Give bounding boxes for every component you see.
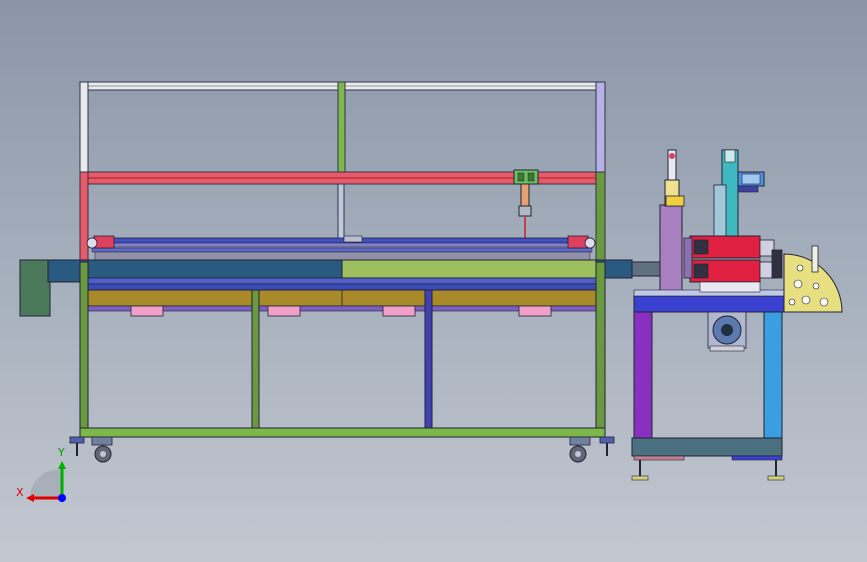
axis-triad: X Y	[16, 446, 66, 502]
indexing-disc	[783, 245, 843, 313]
y-axis-arrowhead	[58, 461, 66, 469]
press-station[interactable]	[631, 149, 785, 481]
conveyor-belt	[19, 259, 661, 317]
caster-wheels	[91, 436, 591, 463]
upper-frame	[79, 81, 606, 175]
y-axis-label: Y	[57, 446, 65, 459]
x-axis-label: X	[16, 486, 24, 499]
z-axis-dot	[58, 494, 66, 502]
dispensing-head[interactable]	[513, 169, 539, 242]
x-axis-arrowhead	[26, 494, 34, 502]
cad-viewport[interactable]: X Y	[0, 0, 867, 562]
guide-rails	[86, 235, 596, 261]
